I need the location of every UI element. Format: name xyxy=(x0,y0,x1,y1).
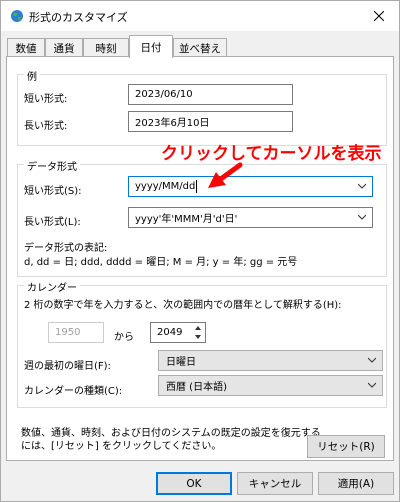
close-icon xyxy=(374,11,384,21)
chevron-down-icon xyxy=(358,183,366,189)
date-tab-panel: 例 短い形式: 2023/06/10 長い形式: 2023年6月10日 データ形… xyxy=(6,56,394,461)
example-long-value: 2023年6月10日 xyxy=(128,111,293,132)
reset-description-line2: には、[リセット] をクリックしてください。 xyxy=(21,441,222,452)
customize-format-dialog: 形式のカスタマイズ 数値 通貨 時刻 日付 並べ替え 例 短い形式: 2023/… xyxy=(0,0,400,502)
year-range-to-label: から xyxy=(114,332,134,343)
reset-button[interactable]: リセット(R) xyxy=(307,435,385,458)
calendar-group: カレンダー 2 桁の数字で年を入力すると、次の範囲内での暦年として解釈する(H)… xyxy=(17,279,387,408)
text-cursor xyxy=(196,180,198,193)
tab-sort[interactable]: 並べ替え xyxy=(173,38,227,57)
short-format-label: 短い形式(S): xyxy=(24,186,82,197)
close-button[interactable] xyxy=(359,1,399,31)
calendar-type-dropdown[interactable]: 西暦 (日本語) xyxy=(158,375,383,396)
title-bar: 形式のカスタマイズ xyxy=(1,1,399,31)
tab-bar: 数値 通貨 時刻 日付 並べ替え xyxy=(1,35,399,58)
first-day-label: 週の最初の曜日(F): xyxy=(24,361,111,372)
calendar-group-title: カレンダー xyxy=(24,279,80,294)
year-range-from: 1950 xyxy=(48,322,104,343)
spin-up-icon[interactable] xyxy=(191,323,205,332)
cancel-button[interactable]: キャンセル xyxy=(237,472,313,495)
example-short-value: 2023/06/10 xyxy=(128,84,293,105)
year-range-to-stepper[interactable]: 2049 xyxy=(150,322,206,343)
annotation-arrow-icon xyxy=(208,162,243,188)
spin-down-icon[interactable] xyxy=(191,332,205,341)
tab-currency[interactable]: 通貨 xyxy=(45,38,83,57)
notation-label: データ形式の表記: xyxy=(24,243,108,254)
chevron-down-icon xyxy=(368,357,376,363)
apply-button[interactable]: 適用(A) xyxy=(318,472,394,495)
example-short-label: 短い形式: xyxy=(24,94,68,105)
calendar-type-label: カレンダーの種類(C): xyxy=(24,386,123,397)
long-format-combobox[interactable]: yyyy'年'MMM'月'd'日' xyxy=(128,207,373,228)
first-day-dropdown[interactable]: 日曜日 xyxy=(158,350,383,371)
tab-date[interactable]: 日付 xyxy=(129,35,173,58)
example-group-title: 例 xyxy=(24,68,40,83)
ok-button[interactable]: OK xyxy=(156,472,232,495)
date-format-group: データ形式 短い形式(S): yyyy/MM/dd 長い形式(L): yyyy'… xyxy=(17,158,387,277)
notation-value: d, dd = 日; ddd, dddd = 曜日; M = 月; y = 年;… xyxy=(24,257,298,268)
chevron-down-icon xyxy=(358,214,366,220)
date-format-group-title: データ形式 xyxy=(24,158,80,173)
chevron-down-icon xyxy=(368,382,376,388)
example-group: 例 短い形式: 2023/06/10 長い形式: 2023年6月10日 xyxy=(17,68,387,146)
window-title: 形式のカスタマイズ xyxy=(29,11,128,24)
tab-time[interactable]: 時刻 xyxy=(83,38,129,57)
long-format-label: 長い形式(L): xyxy=(24,217,81,228)
example-long-label: 長い形式: xyxy=(24,121,68,132)
two-digit-year-text: 2 桁の数字で年を入力すると、次の範囲内での暦年として解釈する(H): xyxy=(24,300,342,311)
tab-number[interactable]: 数値 xyxy=(7,38,45,57)
annotation-text: クリックしてカーソルを表示 xyxy=(161,144,382,164)
globe-icon xyxy=(10,9,24,23)
